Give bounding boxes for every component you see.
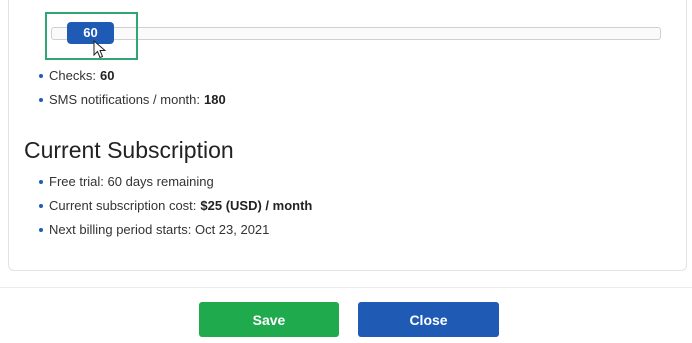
close-button[interactable]: Close xyxy=(358,302,499,337)
bullet-dot-icon xyxy=(39,228,43,232)
checks-label: Checks: xyxy=(49,68,96,83)
subscription-cost-label: Current subscription cost: xyxy=(49,198,197,213)
subscription-cost-value: $25 (USD) / month xyxy=(200,198,313,213)
footer-divider xyxy=(0,287,692,288)
sms-label: SMS notifications / month: xyxy=(49,92,201,107)
checks-value: 60 xyxy=(99,68,115,83)
bullet-dot-icon xyxy=(39,204,43,208)
free-trial-text: Free trial: 60 days remaining xyxy=(49,174,214,189)
bullet-dot-icon xyxy=(39,180,43,184)
list-item: Checks: 60 xyxy=(39,64,226,88)
save-button[interactable]: Save xyxy=(199,302,339,337)
list-item: Current subscription cost: $25 (USD) / m… xyxy=(39,194,312,218)
bullet-dot-icon xyxy=(39,74,43,78)
current-subscription-title: Current Subscription xyxy=(24,137,234,163)
next-billing-text: Next billing period starts: Oct 23, 2021 xyxy=(49,222,270,237)
subscription-details-list: Free trial: 60 days remaining Current su… xyxy=(39,170,312,242)
list-item: SMS notifications / month: 180 xyxy=(39,88,226,112)
mouse-pointer-icon xyxy=(93,40,107,59)
sms-value: 180 xyxy=(204,92,226,107)
list-item: Next billing period starts: Oct 23, 2021 xyxy=(39,218,312,242)
list-item: Free trial: 60 days remaining xyxy=(39,170,312,194)
subscription-card: 60 Checks: 60 SMS notifications / month:… xyxy=(8,0,687,271)
checks-slider-track[interactable] xyxy=(51,27,661,40)
bullet-dot-icon xyxy=(39,98,43,102)
subscription-dialog: 60 Checks: 60 SMS notifications / month:… xyxy=(0,0,692,343)
plan-details-list: Checks: 60 SMS notifications / month: 18… xyxy=(39,64,226,112)
